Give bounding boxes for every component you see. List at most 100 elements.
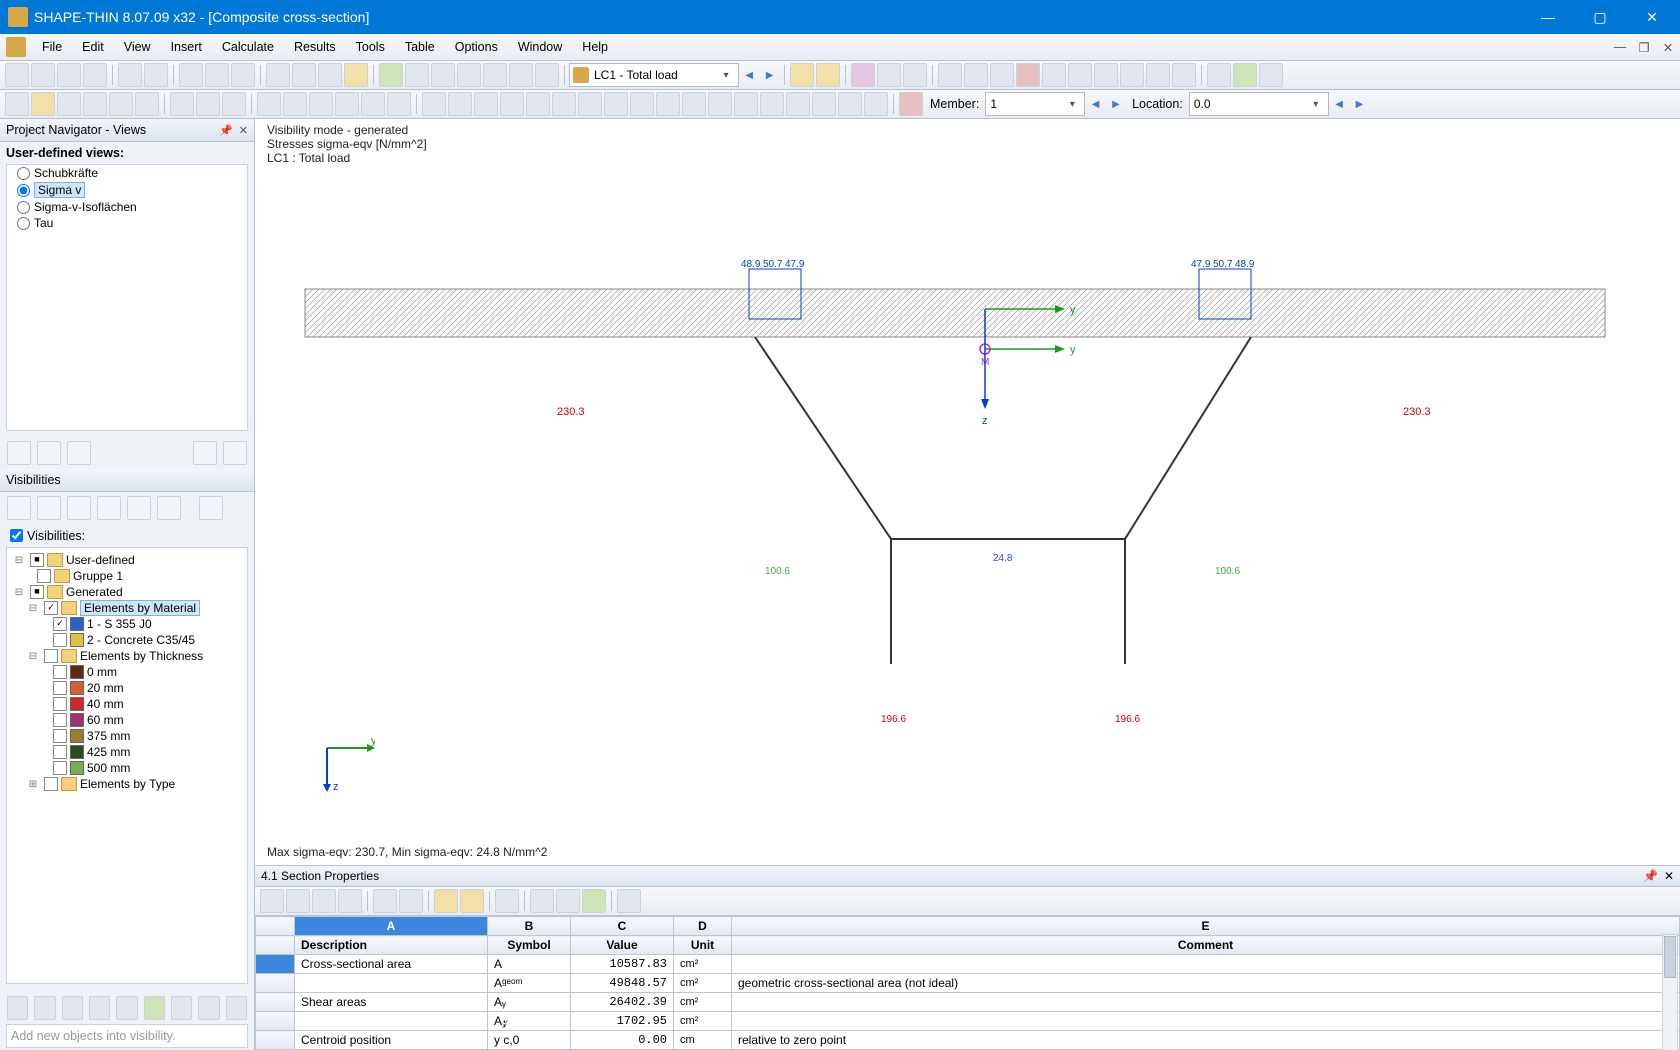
tb-s18[interactable] (864, 92, 888, 116)
vis-b5[interactable] (127, 496, 151, 520)
tb-s1[interactable] (422, 92, 446, 116)
loc-prev[interactable]: ◄ (1333, 97, 1345, 111)
menu-help[interactable]: Help (572, 37, 618, 57)
tb-copy[interactable] (205, 63, 229, 87)
tb-zoom1[interactable] (1207, 63, 1231, 87)
tb-grid[interactable] (379, 63, 403, 87)
menu-tools[interactable]: Tools (346, 37, 395, 57)
tb-undo[interactable] (118, 63, 142, 87)
tb-grid5[interactable] (483, 63, 507, 87)
tt3[interactable] (312, 889, 336, 913)
tb-res2[interactable] (816, 63, 840, 87)
bb4[interactable] (89, 996, 110, 1020)
mdi-minimize[interactable]: — (1608, 40, 1632, 55)
pin-icon[interactable]: 📌 (219, 124, 233, 137)
tb-s2[interactable] (448, 92, 472, 116)
tree-t0[interactable]: 0 mm (87, 665, 117, 679)
tb-s10[interactable] (656, 92, 680, 116)
tb-s3[interactable] (474, 92, 498, 116)
vis-b2[interactable] (37, 496, 61, 520)
radio-iso[interactable]: Sigma-v-Isoflächen (7, 199, 247, 215)
col-a[interactable]: A (295, 917, 488, 936)
close-icon[interactable]: ✕ (1664, 869, 1674, 883)
nav-prev-icon[interactable]: ◄ (743, 68, 755, 82)
tree-t425[interactable]: 425 mm (87, 745, 130, 759)
tb-grid2[interactable] (405, 63, 429, 87)
nav-cancel[interactable] (193, 441, 217, 465)
tb-d10[interactable] (257, 92, 281, 116)
loadcase-combo[interactable]: LC1 - Total load ▾ (569, 63, 739, 87)
tb-s6[interactable] (552, 92, 576, 116)
tb-s15[interactable] (786, 92, 810, 116)
nav-b1[interactable] (7, 441, 31, 465)
tb-grid6[interactable] (509, 63, 533, 87)
tb-d9[interactable] (222, 92, 246, 116)
add-visibility-input[interactable]: Add new objects into visibility. (6, 1024, 248, 1048)
tb-grid4[interactable] (457, 63, 481, 87)
tt2[interactable] (286, 889, 310, 913)
tb-new[interactable] (5, 63, 29, 87)
tb-calc[interactable] (851, 63, 875, 87)
graphics-canvas[interactable]: Visibility mode - generatedStresses sigm… (255, 119, 1680, 866)
member-combo[interactable]: 1 ▾ (985, 92, 1085, 116)
tb-d2[interactable] (31, 92, 55, 116)
tb-d14[interactable] (361, 92, 385, 116)
member-prev[interactable]: ◄ (1089, 97, 1101, 111)
mdi-close[interactable]: ✕ (1656, 40, 1680, 55)
tree-t20[interactable]: 20 mm (87, 681, 124, 695)
tree-bytype[interactable]: Elements by Type (80, 777, 175, 791)
radio-schub[interactable]: Schubkräfte (7, 165, 247, 181)
tb-d1[interactable] (5, 92, 29, 116)
tb-misc5[interactable] (1042, 63, 1066, 87)
tb-cut[interactable] (179, 63, 203, 87)
menu-view[interactable]: View (114, 37, 161, 57)
tb-d13[interactable] (335, 92, 359, 116)
tb-misc10[interactable] (1172, 63, 1196, 87)
tree-bymat[interactable]: Elements by Material (80, 600, 200, 616)
vis-b3[interactable] (67, 496, 91, 520)
location-combo[interactable]: 0.0 ▾ (1189, 92, 1329, 116)
menu-options[interactable]: Options (445, 37, 508, 57)
tb-s8[interactable] (604, 92, 628, 116)
vis-b7[interactable] (199, 496, 223, 520)
tb-x[interactable] (899, 92, 923, 116)
tb-view3[interactable] (318, 63, 342, 87)
tb-zoom3[interactable] (1259, 63, 1283, 87)
nav-next-icon[interactable]: ► (763, 68, 775, 82)
tb-calc3[interactable] (903, 63, 927, 87)
tt8[interactable] (460, 889, 484, 913)
tb-grid3[interactable] (431, 63, 455, 87)
tb-d8[interactable] (196, 92, 220, 116)
menu-window[interactable]: Window (508, 37, 572, 57)
tb-misc8[interactable] (1120, 63, 1144, 87)
tree-userdef[interactable]: User-defined (66, 553, 135, 567)
tree[interactable]: ⊟■User-defined Gruppe 1 ⊟■Generated ⊟✓El… (6, 547, 248, 984)
tt10[interactable] (530, 889, 554, 913)
menu-file[interactable]: File (32, 37, 72, 57)
tb-s17[interactable] (838, 92, 862, 116)
tt7[interactable] (434, 889, 458, 913)
tt1[interactable] (260, 889, 284, 913)
tb-d12[interactable] (309, 92, 333, 116)
tt12[interactable] (617, 889, 641, 913)
bb5[interactable] (116, 996, 137, 1020)
tb-s7[interactable] (578, 92, 602, 116)
tb-redo[interactable] (144, 63, 168, 87)
tb-paste[interactable] (231, 63, 255, 87)
tb-misc3[interactable] (990, 63, 1014, 87)
col-d[interactable]: D (674, 917, 732, 936)
tree-generated[interactable]: Generated (66, 585, 123, 599)
col-c[interactable]: C (571, 917, 674, 936)
tree-t375[interactable]: 375 mm (87, 729, 130, 743)
tb-misc7[interactable] (1094, 63, 1118, 87)
bb3[interactable] (62, 996, 83, 1020)
pin-icon[interactable]: 📌 (1643, 869, 1658, 883)
tb-view1[interactable] (266, 63, 290, 87)
bb7[interactable] (171, 996, 192, 1020)
tb-s14[interactable] (760, 92, 784, 116)
col-e[interactable]: E (732, 917, 1680, 936)
bb1[interactable] (7, 996, 28, 1020)
nav-b2[interactable] (37, 441, 61, 465)
tb-grid7[interactable] (535, 63, 559, 87)
tt11[interactable] (556, 889, 580, 913)
